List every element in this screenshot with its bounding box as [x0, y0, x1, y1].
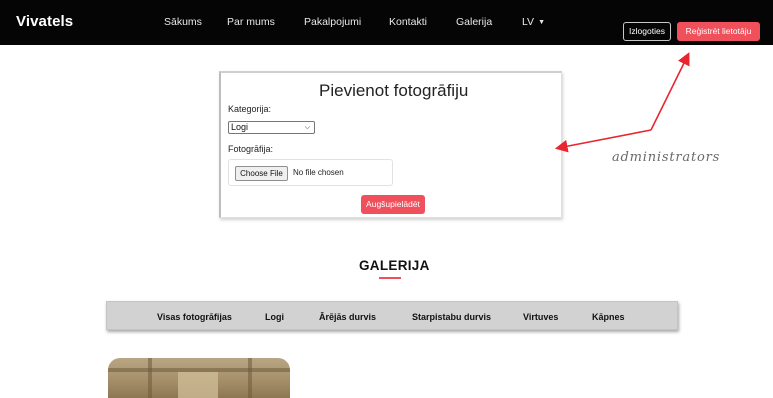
filter-stairs[interactable]: Kāpnes: [592, 312, 625, 322]
caret-down-icon: ▼: [538, 19, 546, 26]
arrow-to-register: [650, 52, 690, 131]
nav-link-contacts[interactable]: Kontakti: [389, 16, 427, 28]
arrow-to-form: [554, 129, 652, 153]
nav-link-services[interactable]: Pakalpojumi: [304, 16, 361, 28]
nav-link-gallery[interactable]: Galerija: [456, 16, 492, 28]
gallery-title: GALERIJA: [359, 258, 430, 273]
thumbnail-window: [178, 372, 218, 398]
register-user-button[interactable]: Reģistrēt lietotāju: [677, 22, 760, 41]
upload-photo-card: Pievienot fotogrāfiju Kategorija: Logi ⌵…: [219, 71, 562, 218]
chevron-down-icon: ⌵: [304, 124, 310, 131]
logout-button[interactable]: Izlogoties: [623, 22, 671, 41]
category-label: Kategorija:: [228, 104, 272, 114]
file-input[interactable]: Choose File No file chosen: [228, 159, 393, 186]
choose-file-button[interactable]: Choose File: [235, 166, 288, 181]
category-select[interactable]: Logi ⌵: [228, 121, 315, 134]
thumbnail-beam: [148, 358, 152, 398]
brand-logo[interactable]: Vivatels: [16, 13, 73, 30]
thumbnail-beam: [248, 358, 252, 398]
filter-kitchens[interactable]: Virtuves: [523, 312, 558, 322]
filter-all-photos[interactable]: Visas fotogrāfijas: [157, 312, 232, 322]
annotation-label: administrators: [612, 150, 721, 165]
gallery-title-underline: [379, 277, 401, 279]
nav-link-home[interactable]: Sākums: [164, 16, 202, 28]
gallery-thumbnail[interactable]: [108, 358, 290, 398]
file-status-text: No file chosen: [293, 168, 344, 177]
filter-windows[interactable]: Logi: [265, 312, 284, 322]
upload-submit-button[interactable]: Augšupielādēt: [361, 195, 425, 214]
nav-link-about[interactable]: Par mums: [227, 16, 275, 28]
photo-label: Fotogrāfija:: [228, 144, 274, 154]
category-selected-value: Logi: [231, 122, 249, 132]
filter-exterior-doors[interactable]: Ārējās durvis: [319, 312, 376, 322]
gallery-filter-bar: Visas fotogrāfijas Logi Ārējās durvis St…: [106, 301, 678, 330]
top-navbar: Vivatels Sākums Par mums Pakalpojumi Kon…: [0, 0, 773, 45]
filter-interior-doors[interactable]: Starpistabu durvis: [412, 312, 491, 322]
language-dropdown[interactable]: LV ▼: [522, 16, 545, 28]
upload-form-title: Pievienot fotogrāfiju: [319, 81, 469, 100]
language-label: LV: [522, 16, 535, 28]
